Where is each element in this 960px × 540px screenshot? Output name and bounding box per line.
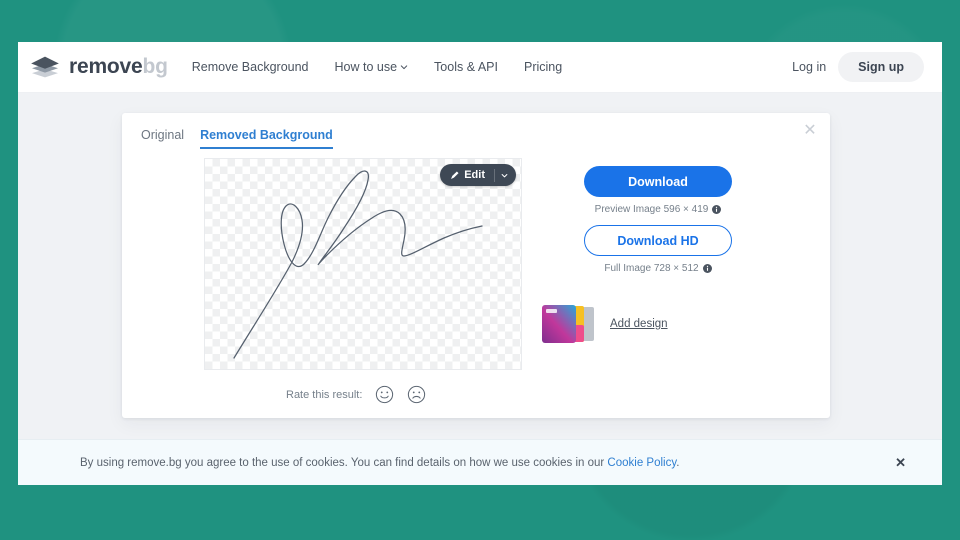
result-card: ✕ Original Removed Background Edit Rate … [122, 113, 830, 418]
nav-label: How to use [334, 60, 398, 74]
nav-item-tools-api[interactable]: Tools & API [434, 60, 498, 74]
cookie-text-after: . [676, 456, 680, 469]
nav-label: Tools & API [434, 60, 498, 74]
brand-logo[interactable]: removebg [30, 54, 168, 80]
nav-item-how-to-use[interactable]: How to use [335, 60, 409, 74]
full-size-note: Full Image 728 × 512 [604, 263, 712, 274]
login-link[interactable]: Log in [792, 60, 826, 74]
cookie-banner: By using remove.bg you agree to the use … [18, 439, 942, 485]
close-icon[interactable]: ✕ [800, 121, 820, 141]
signature-artwork [233, 170, 483, 359]
nav-item-pricing[interactable]: Pricing [524, 60, 562, 74]
nav-label: Remove Background [191, 60, 309, 74]
tab-removed-background[interactable]: Removed Background [200, 128, 333, 149]
browser-window: removebg Remove Background How to use To… [18, 42, 942, 485]
full-size-text: Full Image 728 × 512 [604, 263, 699, 274]
canva-design-thumbnail[interactable] [540, 303, 600, 345]
page-body: ✕ Original Removed Background Edit Rate … [18, 93, 942, 485]
download-button[interactable]: Download [584, 166, 732, 197]
tab-original[interactable]: Original [141, 128, 184, 149]
add-design-link[interactable]: Add design [610, 318, 668, 330]
image-preview[interactable]: Edit [204, 158, 522, 370]
site-header: removebg Remove Background How to use To… [18, 42, 942, 93]
add-design-row[interactable]: Add design [540, 303, 668, 345]
main-nav: Remove Background How to use Tools & API… [192, 60, 562, 74]
desktop-canvas: removebg Remove Background How to use To… [0, 0, 960, 540]
chevron-down-icon[interactable] [501, 172, 508, 179]
download-hd-button[interactable]: Download HD [584, 225, 732, 256]
download-panel: Download Preview Image 596 × 419 Downloa… [528, 166, 788, 345]
rate-result-row: Rate this result: [286, 385, 426, 404]
edit-button-label: Edit [464, 169, 485, 181]
nav-label: Pricing [523, 60, 563, 74]
brand-suffix: bg [142, 55, 168, 78]
result-tabs: Original Removed Background [122, 113, 830, 149]
smiley-sad-icon[interactable] [407, 385, 426, 404]
edit-divider [494, 168, 495, 182]
edit-button[interactable]: Edit [440, 164, 516, 186]
close-icon[interactable]: ✕ [889, 455, 912, 471]
header-actions: Log in Sign up [792, 52, 924, 82]
preview-size-text: Preview Image 596 × 419 [594, 204, 709, 215]
nav-item-remove-background[interactable]: Remove Background [192, 60, 309, 74]
pencil-icon [451, 170, 459, 179]
signup-button[interactable]: Sign up [838, 52, 924, 82]
layers-diamond-icon [31, 56, 59, 78]
preview-size-note: Preview Image 596 × 419 [595, 204, 722, 215]
rate-label: Rate this result: [286, 388, 363, 401]
info-icon[interactable] [702, 264, 712, 273]
brand-name: removebg [69, 55, 168, 78]
cookie-text: By using remove.bg you agree to the use … [80, 457, 679, 469]
cookie-policy-link[interactable]: Cookie Policy [607, 457, 676, 469]
cookie-text-before: By using remove.bg you agree to the use … [80, 456, 608, 469]
smiley-happy-icon[interactable] [375, 385, 394, 404]
info-icon[interactable] [712, 205, 722, 214]
chevron-down-icon [400, 65, 408, 70]
